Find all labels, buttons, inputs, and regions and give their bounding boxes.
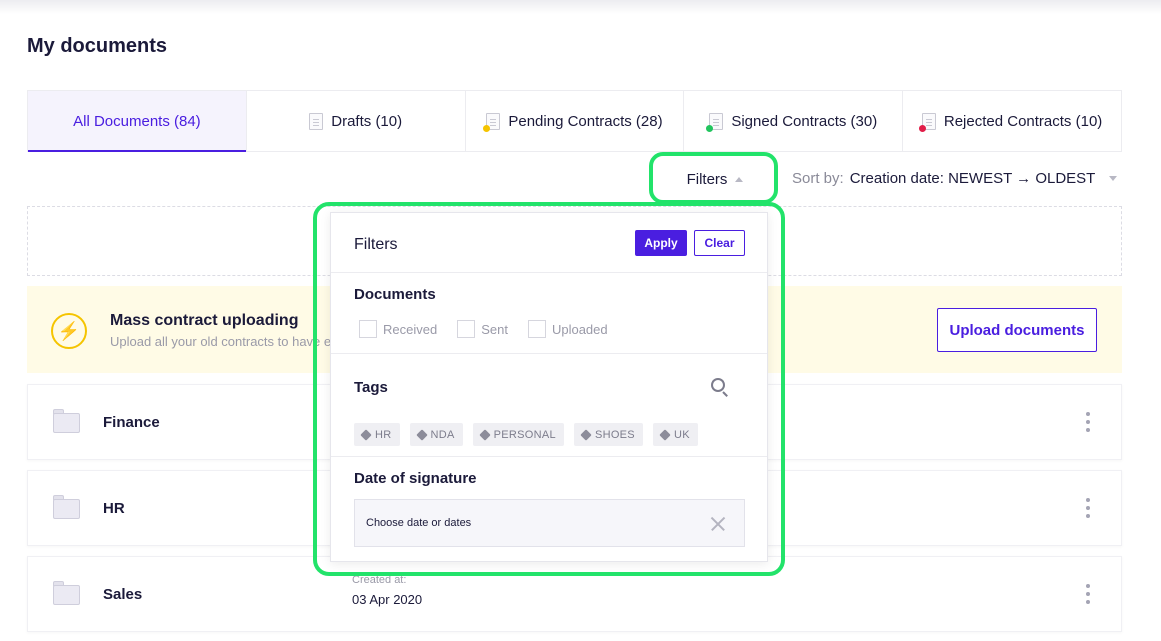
tab-label: Rejected Contracts (10): [943, 112, 1103, 130]
date-picker-input[interactable]: Choose date or dates: [354, 499, 745, 547]
tag-icon: [580, 428, 592, 441]
tag-label: SHOES: [594, 428, 635, 441]
tag-icon: [659, 428, 671, 441]
tab-rejected-contracts[interactable]: Rejected Contracts (10): [903, 91, 1121, 151]
created-at-label: Created at:: [352, 574, 407, 586]
tag-chip[interactable]: PERSONAL: [472, 423, 564, 446]
filters-label: Filters: [686, 170, 728, 188]
checkbox-box[interactable]: [359, 320, 377, 338]
tags-section-title: Tags: [354, 379, 388, 396]
tab-pending-contracts[interactable]: Pending Contracts (28): [466, 91, 685, 151]
folder-row-sales[interactable]: Sales Created at: 03 Apr 2020: [27, 556, 1122, 632]
sort-value: Creation date: NEWEST → OLDEST: [849, 170, 1096, 187]
more-options-icon[interactable]: [1085, 498, 1091, 518]
folder-name: HR: [103, 500, 125, 517]
tag-icon: [415, 428, 428, 441]
tab-all-documents[interactable]: All Documents (84): [28, 91, 247, 152]
banner-subtitle: Upload all your old contracts to have e: [110, 334, 332, 349]
checkbox-box[interactable]: [527, 320, 546, 338]
filters-header: Filters Apply Clear: [331, 213, 767, 273]
document-tabs: All Documents (84) Drafts (10) Pending C…: [27, 90, 1122, 152]
top-shadow: [0, 0, 1161, 14]
folder-name: Sales: [103, 586, 143, 603]
signed-document-icon: [706, 112, 724, 132]
filters-dropdown: Filters Apply Clear Documents Received S…: [330, 212, 768, 562]
tag-icon: [360, 428, 372, 441]
tag-icon: [478, 428, 491, 441]
checkbox-received[interactable]: Received: [359, 320, 437, 338]
document-icon: [309, 112, 324, 130]
tag-list: HR NDA PERSONAL SHOES UK: [354, 423, 698, 446]
folder-name: Finance: [103, 414, 160, 431]
lightning-icon: ⚡: [51, 313, 87, 349]
date-of-signature-section: Date of signature Choose date or dates: [331, 457, 767, 563]
checkbox-label: Uploaded: [551, 321, 608, 337]
checkbox-uploaded[interactable]: Uploaded: [527, 320, 608, 338]
tab-label: Signed Contracts (30): [731, 112, 878, 130]
close-icon[interactable]: [709, 515, 727, 533]
filters-toggle-button[interactable]: Filters: [662, 163, 768, 195]
sort-dropdown[interactable]: Sort by: Creation date: NEWEST → OLDEST: [792, 170, 1118, 187]
more-options-icon[interactable]: [1085, 584, 1091, 604]
tag-chip[interactable]: UK: [652, 423, 698, 446]
pending-document-icon: [483, 112, 501, 132]
checkbox-label: Received: [383, 321, 438, 337]
page-title: My documents: [27, 35, 168, 57]
created-at-value: 03 Apr 2020: [352, 592, 423, 607]
filters-title: Filters: [354, 236, 398, 253]
tags-section: Tags HR NDA PERSONAL SHOES UK: [331, 354, 767, 457]
checkbox-box[interactable]: [457, 320, 476, 338]
tab-drafts[interactable]: Drafts (10): [247, 91, 466, 151]
sort-label: Sort by:: [792, 170, 844, 187]
banner-title: Mass contract uploading: [110, 312, 299, 329]
document-type-options: Received Sent Uploaded: [359, 320, 608, 338]
rejected-document-icon: [918, 112, 936, 132]
tab-label: Pending Contracts (28): [508, 112, 663, 130]
folder-icon: [53, 581, 80, 605]
tag-label: NDA: [430, 428, 455, 441]
checkbox-sent[interactable]: Sent: [457, 320, 508, 338]
chevron-down-icon: [1109, 176, 1118, 181]
date-section-title: Date of signature: [354, 470, 477, 487]
more-options-icon[interactable]: [1085, 412, 1091, 432]
tab-signed-contracts[interactable]: Signed Contracts (30): [684, 91, 904, 151]
documents-section: Documents Received Sent Uploaded: [331, 273, 767, 354]
tag-chip[interactable]: HR: [354, 423, 400, 446]
tag-chip[interactable]: SHOES: [573, 423, 643, 446]
tab-label: Drafts (10): [331, 112, 403, 130]
upload-documents-button[interactable]: Upload documents: [937, 308, 1097, 352]
folder-icon: [53, 409, 80, 433]
tag-chip[interactable]: NDA: [409, 423, 463, 446]
date-placeholder: Choose date or dates: [366, 517, 472, 529]
tag-label: UK: [673, 428, 690, 441]
checkbox-label: Sent: [481, 321, 508, 337]
search-icon[interactable]: [711, 378, 729, 397]
caret-up-icon: [735, 176, 744, 182]
documents-section-title: Documents: [354, 286, 436, 303]
tab-label: All Documents (84): [73, 112, 201, 130]
tag-label: HR: [375, 428, 392, 441]
tag-label: PERSONAL: [493, 428, 556, 441]
clear-button[interactable]: Clear: [694, 230, 745, 256]
folder-icon: [53, 495, 80, 519]
apply-button[interactable]: Apply: [635, 230, 687, 256]
